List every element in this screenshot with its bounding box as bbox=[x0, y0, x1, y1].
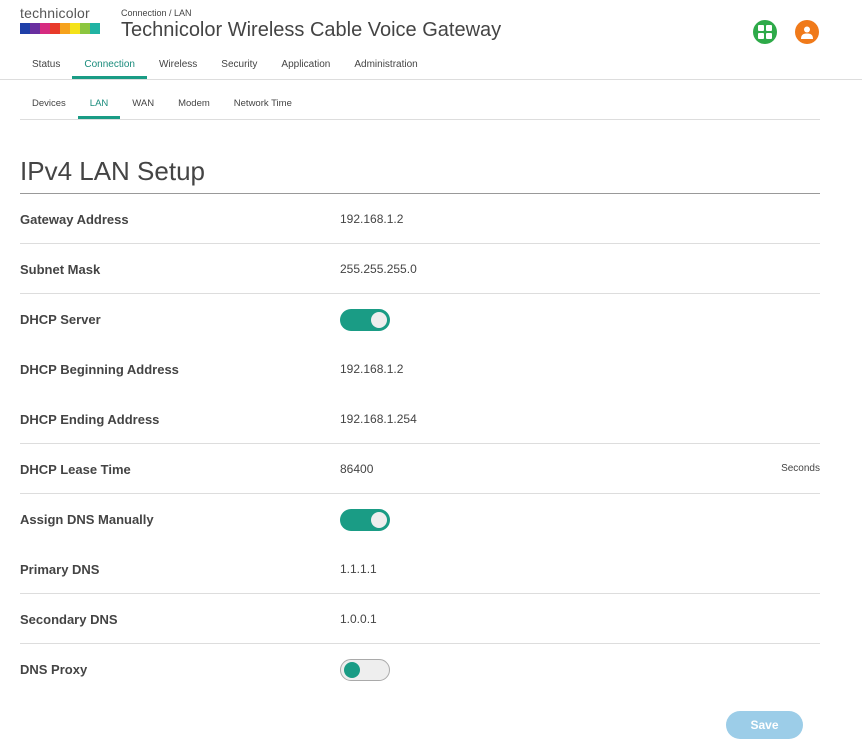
subtab-lan[interactable]: LAN bbox=[77, 92, 121, 119]
logo-color-segment bbox=[90, 23, 100, 34]
lease-time-row: DHCP Lease Time 86400 Seconds bbox=[20, 444, 820, 494]
logo-color-segment bbox=[40, 23, 50, 34]
primary-dns-row: Primary DNS 1.1.1.1 bbox=[20, 544, 820, 594]
gateway-address-label: Gateway Address bbox=[20, 212, 129, 227]
lease-time-unit: Seconds bbox=[781, 463, 820, 474]
subnet-mask-value[interactable]: 255.255.255.0 bbox=[340, 262, 417, 276]
subnet-mask-label: Subnet Mask bbox=[20, 262, 101, 277]
user-icon[interactable] bbox=[795, 20, 819, 44]
dhcp-end-label: DHCP Ending Address bbox=[20, 412, 160, 427]
dns-proxy-row: DNS Proxy bbox=[20, 644, 820, 694]
secondary-dns-row: Secondary DNS 1.0.0.1 bbox=[20, 594, 820, 644]
tab-administration[interactable]: Administration bbox=[342, 56, 429, 80]
sub-nav-tabs: Devices LAN WAN Modem Network Time bbox=[20, 92, 820, 120]
primary-dns-value[interactable]: 1.1.1.1 bbox=[340, 562, 377, 576]
tab-application[interactable]: Application bbox=[269, 56, 342, 80]
subtab-wan[interactable]: WAN bbox=[120, 92, 166, 119]
tab-wireless[interactable]: Wireless bbox=[147, 56, 209, 80]
section-title: IPv4 LAN Setup bbox=[20, 156, 205, 186]
assign-dns-label: Assign DNS Manually bbox=[20, 512, 154, 527]
gateway-address-row: Gateway Address 192.168.1.2 bbox=[20, 194, 820, 244]
save-button[interactable]: Save bbox=[726, 711, 803, 739]
dns-proxy-label: DNS Proxy bbox=[20, 662, 88, 677]
subtab-devices[interactable]: Devices bbox=[20, 92, 78, 119]
subtab-modem[interactable]: Modem bbox=[166, 92, 222, 119]
gateway-address-value[interactable]: 192.168.1.2 bbox=[340, 212, 403, 226]
secondary-dns-label: Secondary DNS bbox=[20, 612, 118, 627]
toggle-knob bbox=[371, 312, 387, 328]
toggle-knob bbox=[344, 662, 360, 678]
dhcp-begin-row: DHCP Beginning Address 192.168.1.2 bbox=[20, 344, 820, 394]
dhcp-end-row: DHCP Ending Address 192.168.1.254 bbox=[20, 394, 820, 444]
logo-color-segment bbox=[60, 23, 70, 34]
apps-grid-icon[interactable] bbox=[753, 20, 777, 44]
tab-connection[interactable]: Connection bbox=[72, 56, 147, 80]
dhcp-server-label: DHCP Server bbox=[20, 312, 101, 327]
logo-color-segment bbox=[50, 23, 60, 34]
dhcp-server-row: DHCP Server bbox=[20, 294, 820, 344]
subtab-network-time[interactable]: Network Time bbox=[222, 92, 304, 119]
tab-security[interactable]: Security bbox=[209, 56, 269, 80]
tab-status[interactable]: Status bbox=[20, 56, 72, 80]
user-glyph bbox=[801, 26, 813, 39]
dns-proxy-toggle[interactable] bbox=[340, 659, 390, 681]
dhcp-end-value[interactable]: 192.168.1.254 bbox=[340, 412, 417, 426]
primary-dns-label: Primary DNS bbox=[20, 562, 100, 577]
logo-color-segment bbox=[70, 23, 80, 34]
logo-color-bar bbox=[20, 23, 100, 34]
logo-text: technicolor bbox=[20, 5, 90, 21]
assign-dns-row: Assign DNS Manually bbox=[20, 494, 820, 544]
dhcp-server-toggle[interactable] bbox=[340, 309, 390, 331]
lan-settings-form: Gateway Address 192.168.1.2 Subnet Mask … bbox=[20, 194, 820, 694]
logo-color-segment bbox=[20, 23, 30, 34]
lease-time-value[interactable]: 86400 bbox=[340, 462, 373, 476]
logo-color-segment bbox=[30, 23, 40, 34]
technicolor-logo[interactable]: technicolor bbox=[20, 6, 100, 34]
dhcp-begin-label: DHCP Beginning Address bbox=[20, 362, 179, 377]
main-nav-tabs: Status Connection Wireless Security Appl… bbox=[20, 56, 430, 80]
secondary-dns-value[interactable]: 1.0.0.1 bbox=[340, 612, 377, 626]
top-header: technicolor Connection / LAN Technicolor… bbox=[0, 0, 862, 80]
lease-time-label: DHCP Lease Time bbox=[20, 462, 131, 477]
dhcp-begin-value[interactable]: 192.168.1.2 bbox=[340, 362, 403, 376]
assign-dns-toggle[interactable] bbox=[340, 509, 390, 531]
logo-color-segment bbox=[80, 23, 90, 34]
toggle-knob bbox=[371, 512, 387, 528]
breadcrumb: Connection / LAN bbox=[121, 8, 192, 18]
subnet-mask-row: Subnet Mask 255.255.255.0 bbox=[20, 244, 820, 294]
apps-grid-glyph bbox=[758, 25, 772, 39]
page-title: Technicolor Wireless Cable Voice Gateway bbox=[121, 19, 502, 41]
